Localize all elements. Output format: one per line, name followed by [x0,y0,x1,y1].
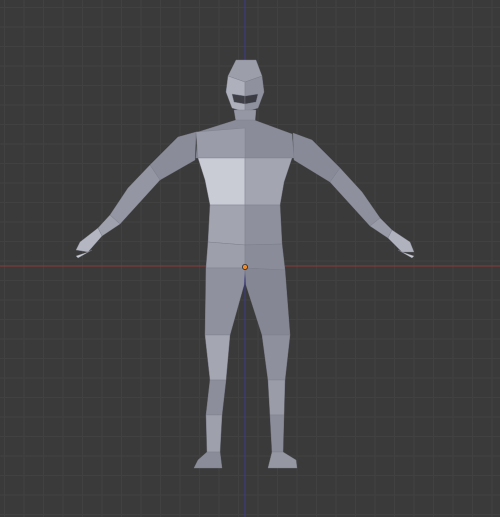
right-arm [292,132,415,259]
left-arm [75,131,197,259]
right-leg [244,267,298,469]
torso [195,119,295,271]
head [225,59,265,123]
object-origin-marker[interactable] [241,263,248,270]
3d-viewport[interactable] [0,0,500,517]
viewport-canvas[interactable] [0,0,500,517]
left-leg [193,267,246,469]
